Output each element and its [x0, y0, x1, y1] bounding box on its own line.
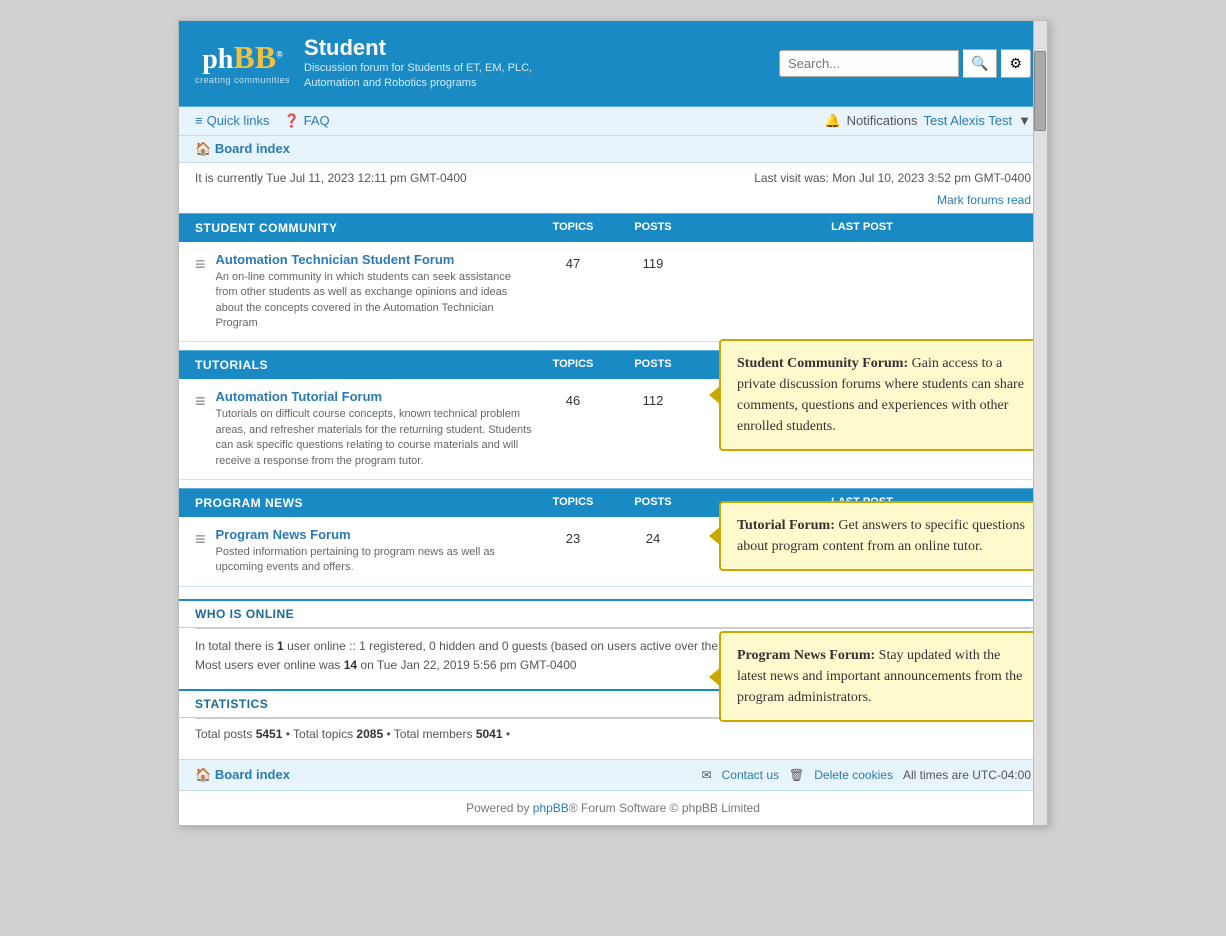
posts-count-2: 112 — [613, 389, 693, 408]
posts-col-header-3: POSTS — [613, 496, 693, 510]
topics-col-header-1: TOPICS — [533, 221, 613, 235]
username-link[interactable]: Test Alexis Test — [923, 113, 1012, 128]
notifications-label: Notifications — [847, 113, 918, 128]
topics-count-2: 46 — [533, 389, 613, 408]
board-index-link[interactable]: Board index — [215, 141, 290, 156]
forum-name-at[interactable]: Automation Technician Student Forum — [216, 252, 533, 267]
search-input[interactable] — [779, 50, 959, 77]
footer: Powered by phpBB® Forum Software © phpBB… — [179, 791, 1047, 825]
site-title: Student — [304, 35, 532, 61]
scrollbar[interactable] — [1033, 21, 1047, 825]
total-topics: 2085 — [356, 727, 383, 741]
help-icon: ❓ — [283, 113, 299, 129]
tutorials-title: TUTORIALS — [195, 358, 533, 372]
program-news-tooltip: Program News Forum: Stay updated with th… — [719, 631, 1047, 722]
total-members: 5041 — [476, 727, 503, 741]
posts-count-3: 24 — [613, 527, 693, 546]
forum-icon: ≡ — [195, 254, 206, 275]
home-icon-bottom: 🏠 — [195, 767, 211, 782]
quick-links-label: Quick links — [207, 113, 270, 128]
topics-count-1: 47 — [533, 252, 613, 271]
forum-name-tutorial[interactable]: Automation Tutorial Forum — [216, 389, 533, 404]
bottom-nav: 🏠 Board index ✉ Contact us 🗑 Delete cook… — [179, 759, 1047, 791]
footer-text: Powered by phpBB® Forum Software © phpBB… — [466, 801, 760, 815]
logo[interactable]: phBB® creating communities — [195, 41, 290, 85]
posts-col-header-2: POSTS — [613, 358, 693, 372]
posts-count-1: 119 — [613, 252, 693, 271]
forum-name-news[interactable]: Program News Forum — [216, 527, 533, 542]
faq-link[interactable]: ❓ FAQ — [283, 113, 329, 129]
student-community-title: STUDENT COMMUNITY — [195, 221, 533, 235]
forum-desc-news: Posted information pertaining to program… — [216, 545, 533, 576]
topics-count-3: 23 — [533, 527, 613, 546]
scrollbar-thumb[interactable] — [1034, 51, 1046, 131]
forum-desc-at: An on-line community in which students c… — [216, 270, 533, 332]
topics-col-header-3: TOPICS — [533, 496, 613, 510]
faq-label: FAQ — [304, 113, 330, 128]
timezone-info: All times are UTC-04:00 — [903, 768, 1031, 782]
tooltip2-bold: Tutorial Forum: — [737, 518, 835, 533]
who-online-header: WHO IS ONLINE — [179, 599, 1047, 628]
table-row: ≡ Automation Technician Student Forum An… — [179, 242, 1047, 343]
last-post-1 — [693, 252, 1031, 256]
contact-us-link[interactable]: Contact us — [722, 768, 779, 782]
delete-cookies-link[interactable]: Delete cookies — [814, 768, 893, 782]
phpbb-link[interactable]: phpBB — [533, 801, 569, 815]
forum-icon: ≡ — [195, 529, 206, 550]
hamburger-icon: ≡ — [195, 113, 203, 128]
program-news-title: PROGRAM NEWS — [195, 496, 533, 510]
total-posts: 5451 — [256, 727, 283, 741]
quick-links-menu[interactable]: ≡ Quick links — [195, 113, 269, 128]
site-header: phBB® creating communities Student Discu… — [179, 21, 1047, 106]
breadcrumb: 🏠 Board index — [179, 136, 1047, 163]
nav-bar: ≡ Quick links ❓ FAQ 🔔 Notifications Test… — [179, 106, 1047, 136]
mark-forums-bar: Mark forums read — [179, 193, 1047, 213]
search-form: 🔍 ⚙ — [779, 49, 1031, 78]
statistics-body: Total posts 5451 • Total topics 2085 • T… — [179, 719, 1047, 749]
logo-sub: creating communities — [195, 75, 290, 85]
posts-col-header-1: POSTS — [613, 221, 693, 235]
last-post-col-header-1: LAST POST — [693, 221, 1031, 235]
forum-icon: ≡ — [195, 391, 206, 412]
current-time: It is currently Tue Jul 11, 2023 12:11 p… — [195, 171, 467, 185]
home-icon: 🏠 — [195, 141, 211, 156]
time-bar: It is currently Tue Jul 11, 2023 12:11 p… — [179, 163, 1047, 193]
site-description: Discussion forum for Students of ET, EM,… — [304, 61, 532, 92]
contact-icon: ✉ — [702, 768, 712, 782]
student-community-header: STUDENT COMMUNITY TOPICS POSTS LAST POST — [179, 213, 1047, 242]
topics-col-header-2: TOPICS — [533, 358, 613, 372]
search-button[interactable]: 🔍 — [963, 49, 997, 78]
notification-icon: 🔔 — [824, 113, 840, 129]
tooltip3-bold: Program News Forum: — [737, 648, 875, 663]
mark-forums-link[interactable]: Mark forums read — [937, 193, 1031, 207]
user-dropdown-icon[interactable]: ▼ — [1018, 113, 1031, 128]
trash-icon: 🗑 — [789, 768, 804, 782]
forum-desc-tutorial: Tutorials on difficult course concepts, … — [216, 407, 533, 469]
tooltip1-bold: Student Community Forum: — [737, 356, 908, 371]
last-visit: Last visit was: Mon Jul 10, 2023 3:52 pm… — [754, 171, 1031, 185]
student-community-tooltip: Student Community Forum: Gain access to … — [719, 339, 1047, 451]
tutorial-tooltip: Tutorial Forum: Get answers to specific … — [719, 501, 1047, 571]
board-index-link-bottom[interactable]: Board index — [215, 767, 290, 782]
search-advanced-button[interactable]: ⚙ — [1001, 49, 1031, 78]
